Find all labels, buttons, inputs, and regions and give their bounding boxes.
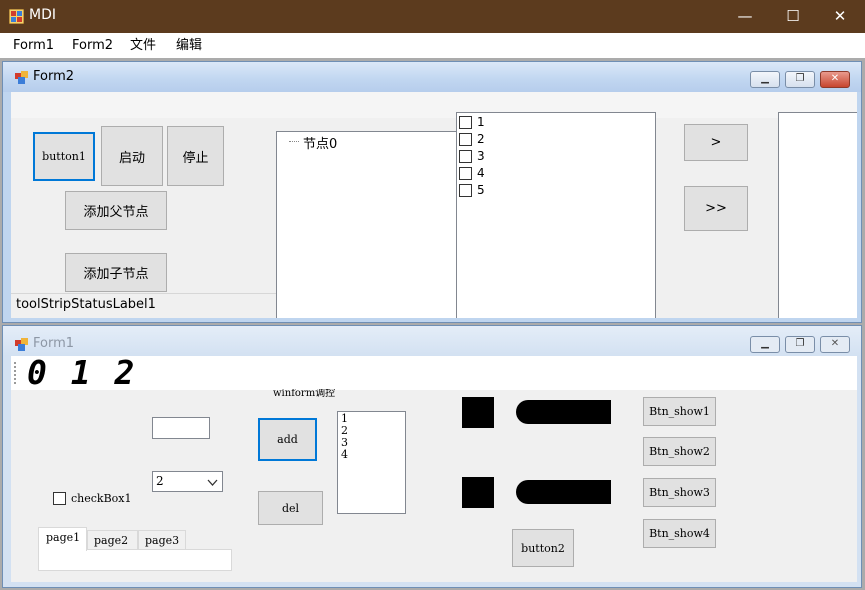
form1-minimize-icon[interactable]: ▁ [750,336,780,353]
add-child-node-button[interactable]: 添加子节点 [65,253,167,292]
minimize-button[interactable]: — [722,0,768,33]
tree-view[interactable]: 节点0 [276,131,459,318]
form2-toolstrip [11,92,857,118]
black-square-2 [462,477,494,508]
checkbox1-box[interactable] [53,492,66,505]
tree-node[interactable]: 节点0 [303,133,337,152]
form2-close-icon[interactable]: ✕ [820,71,850,88]
black-pill-1 [516,400,611,424]
form2-title-bar[interactable]: Form2 ▁ ❐ ✕ [3,62,861,92]
form1-title: Form1 [33,336,75,351]
tab-page2[interactable]: page2 [87,530,138,550]
status-label: toolStripStatusLabel1 [16,297,156,312]
menu-bar: Form1 Form2 文件 编辑 [0,33,865,58]
checkbox[interactable] [459,167,472,180]
black-square-1 [462,397,494,428]
lcd-display: 0 1 2 [27,353,137,392]
add-button[interactable]: add [258,418,317,461]
btn-show1[interactable]: Btn_show1 [643,397,716,426]
form2-icon [15,71,28,84]
start-button[interactable]: 启动 [101,126,163,186]
checklist-label: 2 [477,132,485,146]
form1-restore-icon[interactable]: ❐ [785,336,815,353]
form2-client: button1 启动 停止 添加父节点 添加子节点 toolStripStatu… [11,92,857,318]
move-one-button[interactable]: > [684,124,748,161]
menu-form1[interactable]: Form1 [7,36,60,56]
btn-show4[interactable]: Btn_show4 [643,519,716,548]
close-button[interactable]: ✕ [817,0,863,33]
list-box[interactable]: 1 2 3 4 [337,411,406,514]
form1-title-bar[interactable]: Form1 ▁ ❐ ✕ [3,326,861,356]
tab-page1[interactable]: page1 [38,527,87,551]
toolstrip-grip[interactable] [14,362,16,384]
checkbox[interactable] [459,184,472,197]
add-parent-node-button[interactable]: 添加父节点 [65,191,167,230]
list-item[interactable]: 4 [341,449,348,461]
form2-restore-icon[interactable]: ❐ [785,71,815,88]
form1-icon [15,338,28,351]
status-strip: toolStripStatusLabel1 [11,293,276,318]
form1-close-icon[interactable]: ✕ [820,336,850,353]
checked-list-box[interactable]: 1 2 3 4 5 [456,112,656,318]
combo-box[interactable]: 2 [152,471,223,492]
tab-control: page1 page2 page3 [38,527,232,572]
form2-window: Form2 ▁ ❐ ✕ button1 启动 停止 添加父节点 添加子节点 to… [2,61,862,323]
checklist-label: 5 [477,183,485,197]
combo-value: 2 [156,474,164,488]
tab-page3[interactable]: page3 [138,530,186,550]
title-bar: MDI — ☐ ✕ [0,0,865,33]
stop-button[interactable]: 停止 [167,126,224,186]
group-label: winform调控 [273,389,336,398]
checkbox[interactable] [459,150,472,163]
button2[interactable]: button2 [512,529,574,567]
checkbox[interactable] [459,133,472,146]
text-input[interactable] [152,417,210,439]
btn-show2[interactable]: Btn_show2 [643,437,716,466]
form1-client: 0 1 2 winform调控 2 checkBox1 add del 1 2 … [11,353,857,582]
move-all-button[interactable]: >> [684,186,748,231]
menu-edit[interactable]: 编辑 [170,36,208,56]
app-icon [9,9,24,24]
chevron-down-icon[interactable] [207,479,218,486]
button1[interactable]: button1 [33,132,95,181]
checklist-label: 3 [477,149,485,163]
menu-form2[interactable]: Form2 [66,36,119,56]
checklist-label: 4 [477,166,485,180]
checkbox1-label[interactable]: checkBox1 [71,492,132,505]
maximize-button[interactable]: ☐ [770,0,816,33]
form2-minimize-icon[interactable]: ▁ [750,71,780,88]
target-list-box[interactable] [778,112,857,318]
form1-window: Form1 ▁ ❐ ✕ 0 1 2 winform调控 2 checkBox1 … [2,325,862,588]
checklist-label: 1 [477,115,485,129]
del-button[interactable]: del [258,491,323,525]
checkbox[interactable] [459,116,472,129]
tree-line [289,141,299,142]
form1-toolstrip: 0 1 2 [11,353,857,392]
black-pill-2 [516,480,611,504]
tab-panel [38,549,232,571]
form2-title: Form2 [33,69,75,84]
btn-show3[interactable]: Btn_show3 [643,478,716,507]
menu-file[interactable]: 文件 [124,36,162,56]
window-title: MDI [29,7,56,23]
